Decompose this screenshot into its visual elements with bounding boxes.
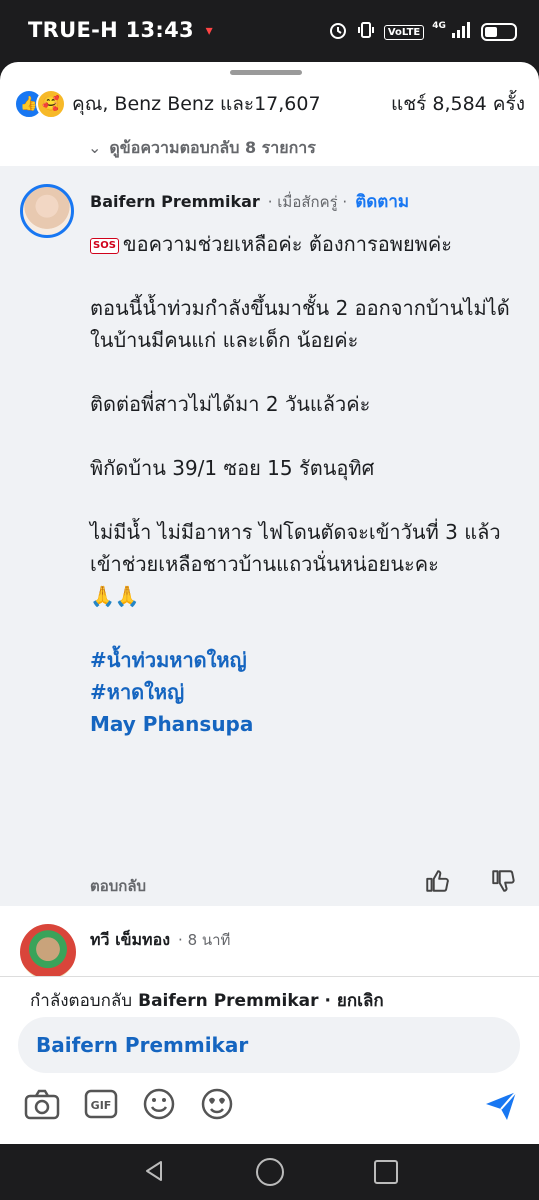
composer-tools: GIF (24, 1087, 234, 1125)
replying-to-banner: กำลังตอบกลับ Baifern Premmikar · ยกเลิก (30, 987, 384, 1014)
thumbs-up-icon[interactable] (424, 868, 450, 898)
hashtag-link[interactable]: #น้ำท่วมหาดใหญ่ (90, 644, 520, 676)
avatar[interactable] (20, 924, 76, 980)
reply-button[interactable]: ตอบกลับ (90, 874, 146, 898)
comment-time: · 8 นาที (178, 931, 231, 949)
view-replies-link[interactable]: ⌄ ดูข้อความตอบกลับ 8 รายการ (88, 136, 316, 161)
reaction-icons[interactable]: 👍 🥰 (14, 89, 66, 119)
reply-input-mention: Baifern Premmikar (36, 1033, 249, 1057)
mention-link[interactable]: May Phansupa (90, 708, 520, 740)
status-bar: TRUE-H 13:43 ▾ VoLTE 4G (0, 0, 539, 62)
comment-line: พิกัดบ้าน 39/1 ซอย 15 รัตนอุทิศ (90, 456, 375, 480)
comment-header: Baifern Premmikar · เมื่อสักครู่ · ติดตา… (90, 188, 409, 215)
care-reaction-icon: 🥰 (36, 89, 66, 119)
comment-line: ไม่มีน้ำ ไม่มีอาหาร ไฟโดนตัดจะเข้าวันที่… (90, 520, 501, 544)
follow-button[interactable]: ติดตาม (355, 188, 409, 215)
comment-line: เข้าช่วยเหลือชาวบ้านแถวนั่นหน่อยนะคะ (90, 552, 439, 576)
comments-sheet: 👍 🥰 คุณ, Benz Benz และ17,607 แชร์ 8,584 … (0, 62, 539, 1144)
camera-icon[interactable] (24, 1088, 60, 1124)
replying-name: Baifern Premmikar (138, 991, 319, 1011)
volte-badge: VoLTE (383, 24, 425, 40)
comment-header: ทวี เข็มทอง · 8 นาที (90, 928, 230, 953)
carrier-logo-icon: ▾ (205, 23, 213, 39)
system-nav-bar (0, 1144, 539, 1200)
reply-input[interactable]: Baifern Premmikar (18, 1017, 520, 1073)
signal-icon: 4G (432, 21, 473, 43)
comment-line: SOS ขอความช่วยเหลือค่ะ ต้องการอพยพค่ะ (90, 228, 520, 260)
home-icon[interactable] (256, 1158, 284, 1186)
sticker-icon[interactable] (200, 1087, 234, 1125)
sos-icon: SOS (90, 237, 119, 254)
back-icon[interactable] (144, 1160, 164, 1186)
comment-item: ทวี เข็มทอง · 8 นาที (0, 916, 539, 980)
hashtag-link[interactable]: #หาดใหญ่ (90, 676, 520, 708)
pray-emoji: 🙏🙏 (90, 584, 140, 608)
comment-time: · เมื่อสักครู่ · (267, 193, 348, 211)
comment-body: SOS ขอความช่วยเหลือค่ะ ต้องการอพยพค่ะ ตอน… (90, 228, 520, 740)
cancel-reply-button[interactable]: · ยกเลิก (325, 987, 384, 1014)
comment-line: ตอนนี้น้ำท่วมกำลังขึ้นมาชั้น 2 ออกจากบ้า… (90, 296, 510, 320)
reply-composer: กำลังตอบกลับ Baifern Premmikar · ยกเลิก … (0, 976, 539, 1144)
sheet-drag-handle[interactable] (230, 70, 302, 75)
view-replies-label: ดูข้อความตอบกลับ 8 รายการ (109, 138, 316, 157)
avatar[interactable] (20, 184, 74, 238)
thumbs-down-icon[interactable] (490, 868, 516, 898)
shares-count[interactable]: แชร์ 8,584 ครั้ง (391, 89, 525, 119)
reactions-row: 👍 🥰 คุณ, Benz Benz และ17,607 แชร์ 8,584 … (14, 86, 525, 122)
status-carrier-time: TRUE-H 13:43 ▾ (28, 18, 213, 42)
alarm-icon (328, 20, 348, 44)
comment-line: ติดต่อพี่สาวไม่ได้มา 2 วันแล้วค่ะ (90, 392, 371, 416)
recent-apps-icon[interactable] (374, 1160, 398, 1184)
comment-line: ในบ้านมีคนแก่ และเด็ก น้อยค่ะ (90, 328, 359, 352)
carrier-name: TRUE-H (28, 18, 118, 42)
svg-text:GIF: GIF (91, 1099, 112, 1112)
battery-icon (481, 23, 517, 41)
comment-author[interactable]: Baifern Premmikar (90, 192, 260, 211)
comment-highlighted: Baifern Premmikar · เมื่อสักครู่ · ติดตา… (0, 166, 539, 906)
send-icon[interactable] (483, 1089, 519, 1127)
clock: 13:43 (125, 18, 194, 42)
emoji-icon[interactable] (142, 1087, 176, 1125)
comment-author[interactable]: ทวี เข็มทอง (90, 928, 170, 953)
vibrate-icon (356, 20, 376, 44)
chevron-down-icon: ⌄ (88, 138, 102, 157)
replying-prefix: กำลังตอบกลับ (30, 991, 133, 1011)
reactors-text[interactable]: คุณ, Benz Benz และ17,607 (72, 89, 321, 119)
gif-icon[interactable]: GIF (84, 1088, 118, 1124)
status-icons: VoLTE 4G (328, 20, 517, 44)
